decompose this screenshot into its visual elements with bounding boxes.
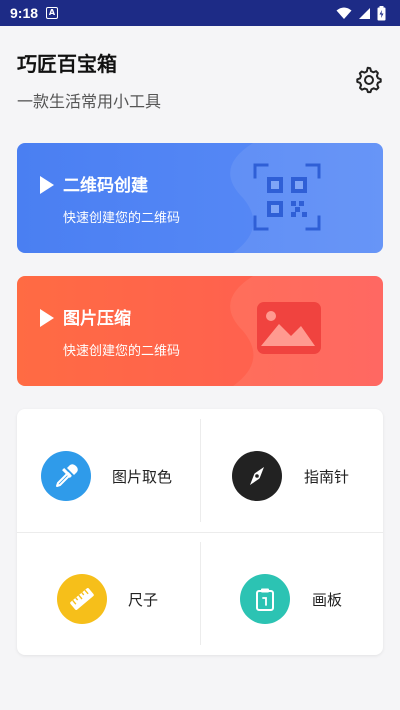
tool-color-picker[interactable]: 图片取色 [17, 409, 200, 532]
ruler-icon [57, 574, 107, 624]
card-title: 二维码创建 [63, 176, 148, 196]
card-description: 快速创建您的二维码 [63, 211, 181, 226]
tool-label: 图片取色 [112, 468, 173, 486]
tool-compass[interactable]: 指南针 [200, 409, 383, 532]
notification-a-icon: A [46, 7, 59, 19]
clipboard-icon [240, 574, 290, 624]
play-triangle-icon [40, 176, 54, 194]
qr-code-icon [253, 163, 321, 231]
battery-icon [377, 5, 386, 20]
status-bar: 9:18 A [0, 0, 400, 26]
signal-icon [359, 7, 370, 19]
app-subtitle: 一款生活常用小工具 [17, 92, 162, 111]
wifi-icon [336, 7, 352, 19]
card-title: 图片压缩 [63, 309, 131, 329]
app-title: 巧匠百宝箱 [17, 52, 117, 76]
tool-label: 画板 [312, 591, 343, 609]
card-description: 快速创建您的二维码 [63, 344, 181, 359]
gear-icon [356, 66, 382, 94]
image-icon [257, 302, 321, 354]
status-time: 9:18 [10, 5, 39, 21]
play-triangle-icon [40, 309, 54, 327]
tools-grid: 图片取色 指南针 尺子 画板 [17, 409, 383, 655]
tool-ruler[interactable]: 尺子 [17, 532, 200, 655]
image-compress-card[interactable]: 图片压缩 快速创建您的二维码 [17, 276, 383, 386]
settings-button[interactable] [353, 64, 385, 96]
compass-icon [232, 451, 282, 501]
eyedropper-icon [41, 451, 91, 501]
tool-drawing-board[interactable]: 画板 [200, 532, 383, 655]
qr-code-create-card[interactable]: 二维码创建 快速创建您的二维码 [17, 143, 383, 253]
tool-label: 指南针 [304, 468, 350, 486]
tool-label: 尺子 [128, 591, 159, 609]
